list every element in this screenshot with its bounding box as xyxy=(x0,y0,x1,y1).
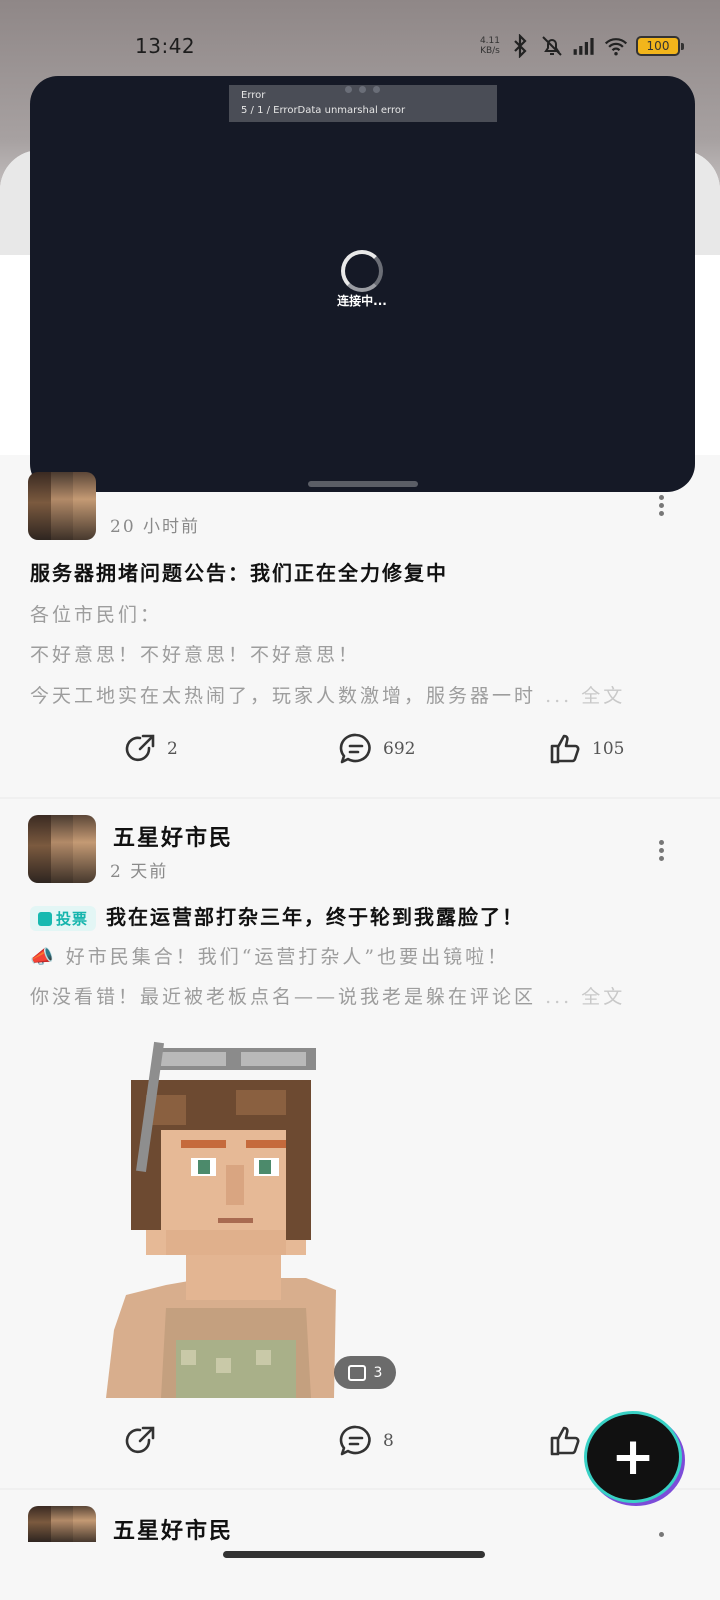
share-icon xyxy=(125,1426,155,1454)
post-title[interactable]: 服务器拥堵问题公告：我们正在全力修复中 xyxy=(30,557,448,586)
post-text-line: 不好意思！不好意思！不好意思！ xyxy=(30,644,361,666)
avatar[interactable] xyxy=(28,815,96,883)
like-count: 105 xyxy=(592,739,625,759)
post-text-line: 📣 好市民集合！我们“运营打杂人”也要出镜啦！ xyxy=(30,946,510,968)
comment-button[interactable]: 692 xyxy=(339,732,415,766)
bar-chart-icon xyxy=(38,912,52,926)
post-author[interactable]: 五星好市民 xyxy=(113,820,233,852)
comment-button[interactable]: 8 xyxy=(339,1424,394,1458)
signal-icon xyxy=(573,38,594,55)
post-title[interactable]: 投票 我在运营部打杂三年，终于轮到我露脸了！ xyxy=(30,901,524,931)
vote-tag: 投票 xyxy=(30,906,97,931)
image-icon xyxy=(347,1364,366,1381)
post-time: 20 小时前 xyxy=(110,517,201,537)
avatar[interactable] xyxy=(28,1506,96,1542)
read-more-link[interactable]: ... 全文 xyxy=(545,986,625,1008)
thumbs-up-icon xyxy=(550,1426,580,1456)
more-options-icon[interactable] xyxy=(657,840,665,862)
floating-video-window[interactable]: Error 5 / 1 / ErrorData unmarshal error … xyxy=(30,76,695,492)
avatar[interactable] xyxy=(28,472,96,540)
megaphone-icon: 📣 xyxy=(30,946,57,968)
comment-count: 692 xyxy=(383,739,416,759)
loading-spinner-icon xyxy=(341,250,383,292)
share-count: 2 xyxy=(167,739,178,759)
net-speed: 4.11 KB/s xyxy=(479,36,500,56)
post-text-line: 今天工地实在太热闹了，玩家人数激增，服务器一时 ... 全文 xyxy=(30,685,626,707)
window-drag-handle[interactable] xyxy=(308,481,418,487)
error-message: 5 / 1 / ErrorData unmarshal error xyxy=(241,105,406,116)
like-button[interactable]: 105 xyxy=(548,732,624,766)
image-count-badge[interactable]: 3 xyxy=(334,1356,396,1389)
home-indicator[interactable] xyxy=(223,1551,485,1558)
post-divider xyxy=(0,797,720,799)
create-post-button[interactable]: + xyxy=(587,1414,679,1500)
comment-icon xyxy=(339,1425,371,1456)
comment-count: 8 xyxy=(383,1431,394,1451)
comment-icon xyxy=(339,733,371,764)
share-icon xyxy=(125,734,155,762)
post-text-line: 各位市民们： xyxy=(30,604,163,626)
post-actions: 2 692 105 xyxy=(0,732,720,772)
more-options-icon[interactable] xyxy=(657,495,665,517)
loading-text: 连接中... xyxy=(337,294,387,308)
share-button[interactable]: 2 xyxy=(123,732,178,766)
bell-off-icon xyxy=(542,36,562,56)
voxel-character-image xyxy=(106,1041,336,1398)
like-button[interactable] xyxy=(548,1424,582,1458)
more-options-icon[interactable] xyxy=(657,1532,665,1554)
post-image[interactable] xyxy=(106,1040,401,1398)
plus-icon: + xyxy=(611,1427,655,1487)
post-text-line: 你没看错！最近被老板点名——说我老是躲在评论区 ... 全文 xyxy=(30,986,626,1008)
status-time: 13:42 xyxy=(135,34,196,58)
thumbs-up-icon xyxy=(550,734,580,764)
wifi-icon xyxy=(604,38,628,56)
read-more-link[interactable]: ... 全文 xyxy=(545,685,625,707)
battery-indicator: 100 xyxy=(636,36,684,56)
share-button[interactable] xyxy=(123,1424,157,1458)
status-icons: 4.11 KB/s 100 xyxy=(479,34,684,58)
bluetooth-icon xyxy=(514,34,527,58)
post-author[interactable]: 五星好市民 xyxy=(113,1513,233,1545)
post-time: 2 天前 xyxy=(110,862,169,882)
window-menu-dots[interactable] xyxy=(345,86,380,93)
